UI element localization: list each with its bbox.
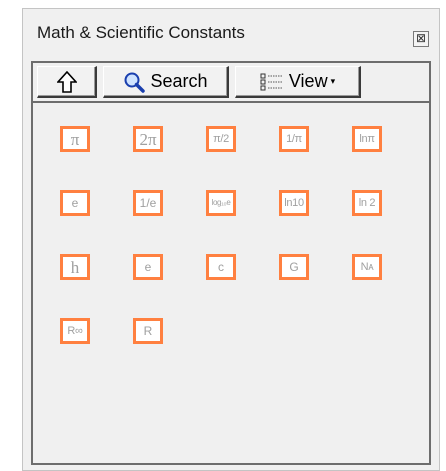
view-button[interactable]: View ▾ [235, 66, 361, 98]
constant-item[interactable]: c [206, 254, 236, 280]
constant-item[interactable]: π/2 [206, 126, 236, 152]
search-icon [124, 72, 146, 93]
constant-label: ln10 [284, 196, 304, 209]
view-label: View [288, 71, 328, 91]
up-arrow-icon [56, 70, 77, 93]
close-icon[interactable]: ⊠ [413, 31, 429, 47]
constant-item[interactable]: R∞ [60, 318, 90, 344]
constant-label: G [289, 260, 299, 274]
constant-label: π [70, 129, 80, 149]
constant-label: c [218, 260, 224, 274]
view-options-icon [260, 73, 282, 90]
constant-item[interactable]: 2π [133, 126, 163, 152]
constant-item[interactable]: log₁₀e [206, 190, 236, 216]
constant-item[interactable]: e [60, 190, 90, 216]
constant-label: R [143, 324, 153, 338]
constant-label: 1/π [286, 132, 302, 145]
constant-item[interactable]: Nᴀ [352, 254, 382, 280]
constant-item[interactable]: 1/e [133, 190, 163, 216]
constant-item[interactable]: e [133, 254, 163, 280]
palette-window: Math & Scientific Constants ⊠ Search Vie… [22, 8, 440, 471]
constant-item[interactable]: 1/π [279, 126, 309, 152]
palette-body: Search View ▾ π 2π π/2 1/π lnπ e 1/e log₁₀e ln10… [31, 61, 431, 465]
toolbar: Search View ▾ [33, 63, 429, 103]
search-button[interactable]: Search [103, 66, 229, 98]
constant-label: lnπ [359, 132, 375, 145]
constant-item[interactable]: ln10 [279, 190, 309, 216]
window-title: Math & Scientific Constants [37, 23, 245, 42]
constant-label: e [144, 260, 152, 274]
dropdown-caret-icon: ▾ [330, 76, 336, 86]
constant-label: ln 2 [358, 196, 376, 209]
constant-item[interactable]: G [279, 254, 309, 280]
constant-label: log₁₀e [211, 198, 231, 207]
constant-item[interactable]: π [60, 126, 90, 152]
constant-label: e [71, 196, 79, 210]
constant-label: Nᴀ [360, 260, 374, 273]
search-label: Search [150, 71, 208, 91]
up-button[interactable] [37, 66, 97, 98]
constant-label: π/2 [213, 132, 229, 145]
constant-item[interactable]: h [60, 254, 90, 280]
constant-item[interactable]: R [133, 318, 163, 344]
constant-item[interactable]: lnπ [352, 126, 382, 152]
title-bar[interactable]: Math & Scientific Constants ⊠ [23, 9, 439, 51]
constant-label: 2π [139, 129, 157, 149]
constant-label: h [70, 257, 80, 277]
constant-item[interactable]: ln 2 [352, 190, 382, 216]
constant-label: R∞ [67, 324, 83, 337]
constant-label: 1/e [139, 196, 157, 210]
